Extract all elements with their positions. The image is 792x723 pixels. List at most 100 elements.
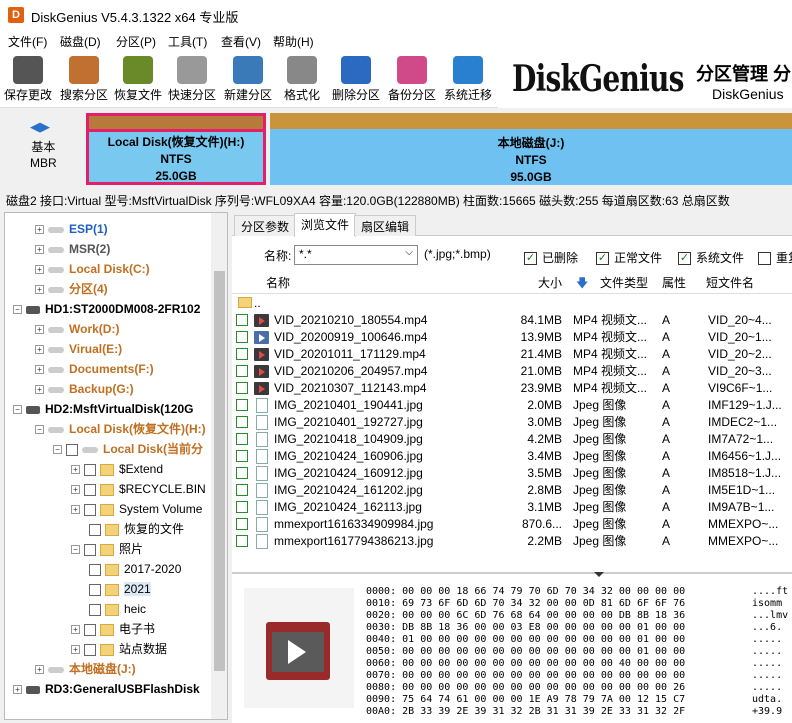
expand-icon[interactable]: +	[35, 325, 44, 335]
file-checkbox[interactable]	[236, 450, 248, 462]
tree-item[interactable]: + 电子书	[71, 619, 155, 639]
file-row[interactable]: IMG_20210424_161202.jpg 2.8MB Jpeg 图像 A IM5E…	[232, 482, 792, 499]
tree-item[interactable]: + Work(D:)	[35, 319, 119, 339]
tree-item[interactable]: + $RECYCLE.BIN	[71, 479, 206, 499]
tree-item[interactable]: − Local Disk(当前分	[53, 439, 203, 459]
scrollbar-thumb[interactable]	[214, 271, 225, 671]
filter-checkbox-0[interactable]: ✓ 已删除	[524, 249, 578, 266]
sort-arrow-icon[interactable]: 🡇	[576, 274, 588, 295]
tree-item[interactable]: + Virual(E:)	[35, 339, 122, 359]
tree-checkbox[interactable]	[89, 583, 101, 596]
tree-checkbox[interactable]	[84, 643, 96, 656]
tree-item[interactable]: + Documents(F:)	[35, 359, 154, 379]
file-row[interactable]: mmexport1616334909984.jpg 870.6... Jpeg 图像…	[232, 516, 792, 533]
toolbar-button-7[interactable]: 备份分区	[384, 54, 440, 106]
tree-checkbox[interactable]	[84, 623, 96, 636]
file-row[interactable]: VID_20201011_171129.mp4 21.4MB MP4 视频文... A…	[232, 346, 792, 363]
tree-item[interactable]: 恢复的文件	[89, 519, 184, 539]
expand-icon[interactable]: +	[35, 285, 44, 295]
tree-item[interactable]: + 站点数据	[71, 639, 167, 659]
tree-item[interactable]: + MSR(2)	[35, 239, 110, 259]
expand-icon[interactable]: −	[53, 445, 62, 455]
header-size[interactable]: 大小	[538, 274, 562, 291]
menu-0[interactable]: 文件(F)	[8, 33, 47, 50]
tree-item[interactable]: + System Volume	[71, 499, 202, 519]
checkbox-icon[interactable]: ✓	[524, 252, 537, 266]
expand-icon[interactable]: +	[35, 225, 44, 235]
filter-checkbox-2[interactable]: ✓ 系统文件	[678, 249, 744, 266]
file-checkbox[interactable]	[236, 331, 248, 343]
tree-checkbox[interactable]	[84, 483, 96, 496]
toolbar-button-3[interactable]: 快速分区	[164, 54, 220, 106]
file-row[interactable]: IMG_20210418_104909.jpg 4.2MB Jpeg 图像 A IM7A…	[232, 431, 792, 448]
toolbar-button-8[interactable]: 系统迁移	[440, 54, 496, 106]
expand-icon[interactable]: +	[35, 665, 44, 675]
expand-icon[interactable]: −	[13, 305, 22, 315]
file-row[interactable]: VID_20210206_204957.mp4 21.0MB MP4 视频文... A…	[232, 363, 792, 380]
tree-checkbox[interactable]	[66, 443, 78, 456]
filter-name-input[interactable]: *.* ⌵	[294, 245, 418, 265]
tree-item[interactable]: − 照片	[71, 539, 143, 559]
partition-block-h[interactable]: Local Disk(恢复文件)(H:) NTFS 25.0GB	[86, 113, 266, 185]
expand-icon[interactable]: −	[13, 405, 22, 415]
checkbox-icon[interactable]: ✓	[678, 252, 691, 266]
tree-item[interactable]: + $Extend	[71, 459, 163, 479]
tree-item[interactable]: 2017-2020	[89, 559, 181, 579]
tree-item[interactable]: − Local Disk(恢复文件)(H:)	[35, 419, 206, 439]
file-row[interactable]: IMG_20210424_160906.jpg 3.4MB Jpeg 图像 A IM64…	[232, 448, 792, 465]
menu-1[interactable]: 磁盘(D)	[60, 33, 101, 50]
tree-item[interactable]: + ESP(1)	[35, 219, 108, 239]
file-row[interactable]: IMG_20210401_192727.jpg 3.0MB Jpeg 图像 A IMDE…	[232, 414, 792, 431]
partition-block-j[interactable]: 本地磁盘(J:) NTFS 95.0GB	[270, 113, 792, 185]
expand-icon[interactable]: −	[71, 545, 80, 555]
tree-checkbox[interactable]	[84, 543, 96, 556]
tree-item[interactable]: + 分区(4)	[35, 279, 108, 299]
tree-item[interactable]: + RD3:GeneralUSBFlashDisk	[13, 679, 200, 699]
file-row[interactable]: IMG_20210424_162113.jpg 3.1MB Jpeg 图像 A IM9A…	[232, 499, 792, 516]
expand-icon[interactable]: +	[71, 465, 80, 475]
tree-checkbox[interactable]	[84, 503, 96, 516]
file-checkbox[interactable]	[236, 535, 248, 547]
header-type[interactable]: 文件类型	[600, 274, 648, 291]
tree-checkbox[interactable]	[89, 603, 101, 616]
file-checkbox[interactable]	[236, 501, 248, 513]
tab-0[interactable]: 分区参数	[234, 215, 297, 236]
file-row[interactable]: IMG_20210401_190441.jpg 2.0MB Jpeg 图像 A IMF1…	[232, 397, 792, 414]
checkbox-icon[interactable]: ✓	[596, 252, 609, 266]
expand-icon[interactable]: +	[35, 265, 44, 275]
menu-2[interactable]: 分区(P)	[116, 33, 156, 50]
tree-item[interactable]: + Backup(G:)	[35, 379, 134, 399]
tree-item[interactable]: − HD1:ST2000DM008-2FR102	[13, 299, 200, 319]
tree-item[interactable]: + Local Disk(C:)	[35, 259, 150, 279]
file-checkbox[interactable]	[236, 348, 248, 360]
file-checkbox[interactable]	[236, 399, 248, 411]
expand-icon[interactable]: +	[71, 505, 80, 515]
toolbar-button-6[interactable]: 删除分区	[328, 54, 384, 106]
tree-checkbox[interactable]	[89, 563, 101, 576]
expand-icon[interactable]: +	[35, 385, 44, 395]
expand-icon[interactable]: +	[35, 245, 44, 255]
header-attr[interactable]: 属性	[662, 274, 686, 291]
expand-icon[interactable]: +	[13, 685, 22, 695]
file-checkbox[interactable]	[236, 518, 248, 530]
file-checkbox[interactable]	[236, 484, 248, 496]
file-row[interactable]: IMG_20210424_160912.jpg 3.5MB Jpeg 图像 A IM85…	[232, 465, 792, 482]
expand-icon[interactable]: −	[35, 425, 44, 435]
filter-checkbox-3[interactable]: 重复	[758, 249, 792, 266]
parent-dir-row[interactable]: ..	[232, 295, 792, 312]
expand-icon[interactable]: +	[71, 645, 80, 655]
file-row[interactable]: VID_20210210_180554.mp4 84.1MB MP4 视频文... A…	[232, 312, 792, 329]
filter-checkbox-1[interactable]: ✓ 正常文件	[596, 249, 662, 266]
file-checkbox[interactable]	[236, 314, 248, 326]
tree-item[interactable]: + 本地磁盘(J:)	[35, 659, 136, 679]
expand-icon[interactable]: +	[35, 365, 44, 375]
menu-3[interactable]: 工具(T)	[168, 33, 207, 50]
splitter-arrow-icon[interactable]	[594, 572, 604, 577]
file-checkbox[interactable]	[236, 433, 248, 445]
header-short-name[interactable]: 短文件名	[706, 274, 754, 291]
header-name[interactable]: 名称	[266, 274, 290, 291]
chevron-down-icon[interactable]: ⌵	[405, 247, 413, 258]
file-checkbox[interactable]	[236, 382, 248, 394]
menu-5[interactable]: 帮助(H)	[273, 33, 314, 50]
expand-icon[interactable]: +	[35, 345, 44, 355]
